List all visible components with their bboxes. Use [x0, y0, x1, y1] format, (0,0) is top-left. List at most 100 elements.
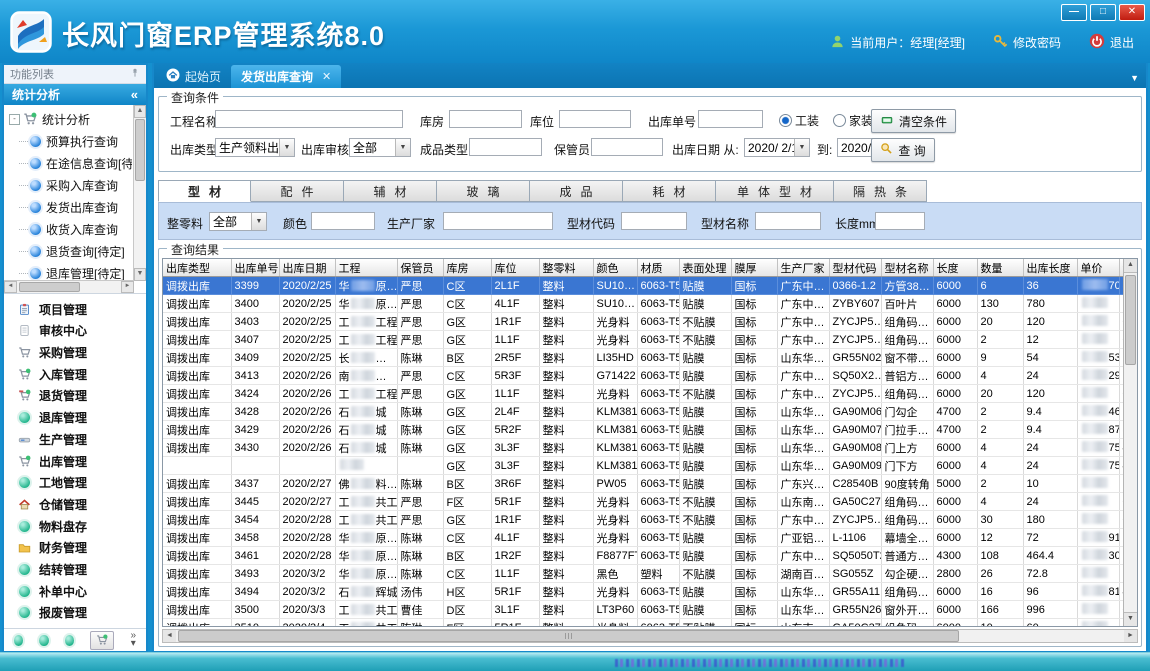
column-header[interactable]: 颜色: [593, 259, 637, 277]
table-row[interactable]: 调拨出库34032020/2/25工工程严思G区1R1F整料光身料6063-T5…: [163, 313, 1138, 331]
radio-industrial[interactable]: 工装: [779, 112, 819, 129]
scrollbar-thumb[interactable]: [135, 119, 145, 181]
table-row[interactable]: 调拨出库34452020/2/27工共工程严思F区5R1F整料光身料6063-T…: [163, 493, 1138, 511]
sidebar-module[interactable]: 财务管理: [4, 539, 146, 556]
column-header[interactable]: 出库类型: [163, 259, 231, 277]
material-tab[interactable]: 单体型材: [716, 180, 834, 202]
sidebar-module[interactable]: 生产管理: [4, 431, 146, 448]
keeper-input[interactable]: [591, 138, 663, 156]
scroll-up-icon[interactable]: ▲: [134, 105, 146, 118]
search-button[interactable]: 查 询: [871, 138, 935, 162]
column-header[interactable]: 材质: [637, 259, 679, 277]
sidebar-module[interactable]: 报废管理: [4, 604, 146, 621]
length-input[interactable]: [875, 212, 925, 230]
column-header[interactable]: 型材名称: [881, 259, 933, 277]
column-header[interactable]: 出库长度: [1023, 259, 1077, 277]
scroll-up-icon[interactable]: ▲: [1124, 259, 1137, 273]
sidebar-module[interactable]: 项目管理: [4, 301, 146, 318]
material-tab[interactable]: 型材: [158, 180, 251, 202]
sidebar-module[interactable]: 出库管理: [4, 453, 146, 470]
scroll-right-icon[interactable]: ►: [1124, 630, 1137, 642]
scroll-right-icon[interactable]: ►: [121, 281, 134, 293]
tree-item[interactable]: 预算执行查询: [9, 130, 132, 152]
scroll-left-icon[interactable]: ◄: [4, 281, 17, 293]
table-row[interactable]: 调拨出库34932020/3/2华原…陈琳C区1L1F整料黑色塑料不贴膜国标湖南…: [163, 565, 1138, 583]
overflow-chevron-icon[interactable]: »▾: [130, 632, 136, 648]
material-tab[interactable]: 耗材: [623, 180, 716, 202]
table-row[interactable]: G区3L3F整料KLM38176063-T5贴膜国标山东华…GA90M09…门下…: [163, 457, 1138, 475]
tree-horizontal-scrollbar[interactable]: ◄ ►: [4, 280, 134, 293]
location-input[interactable]: [559, 110, 631, 128]
table-row[interactable]: 调拨出库34612020/2/28华原…陈琳B区1R2F整料F8877FT606…: [163, 547, 1138, 565]
column-header[interactable]: 保管员: [397, 259, 443, 277]
table-row[interactable]: 调拨出库34582020/2/28华原…陈琳C区4L1F整料光身料6063-T5…: [163, 529, 1138, 547]
column-header[interactable]: 单价: [1077, 259, 1119, 277]
grid-vertical-scrollbar[interactable]: ▲ ▼: [1123, 259, 1137, 626]
sidebar-module[interactable]: 采购管理: [4, 344, 146, 361]
table-row[interactable]: 调拨出库34132020/2/26南…严思C区5R3F整料G714226063-…: [163, 367, 1138, 385]
profile-code-input[interactable]: [621, 212, 687, 230]
product-type-input[interactable]: [469, 138, 542, 156]
material-tab[interactable]: 成品: [530, 180, 623, 202]
tree-item[interactable]: 在途信息查询[待: [9, 152, 132, 174]
pin-icon[interactable]: [130, 67, 140, 81]
table-row[interactable]: 调拨出库34282020/2/26石城陈琳G区2L4F整料KLM38176063…: [163, 403, 1138, 421]
column-header[interactable]: 工程: [335, 259, 397, 277]
sidebar-module[interactable]: 退库管理: [4, 409, 146, 426]
table-row[interactable]: 调拨出库34302020/2/26石城陈琳G区3L3F整料KLM38176063…: [163, 439, 1138, 457]
sidebar-module[interactable]: 退货管理: [4, 387, 146, 404]
scrollbar-thumb[interactable]: [19, 282, 80, 292]
column-header[interactable]: 出库日期: [279, 259, 335, 277]
scroll-down-icon[interactable]: ▼: [134, 268, 146, 281]
collapse-icon[interactable]: «: [131, 87, 138, 102]
column-header[interactable]: 数量: [977, 259, 1023, 277]
sidebar-group-header[interactable]: 统计分析 «: [4, 84, 146, 105]
tree-root[interactable]: - 统计分析: [9, 108, 132, 130]
scroll-left-icon[interactable]: ◄: [163, 630, 176, 642]
table-row[interactable]: 调拨出库34542020/2/28工共工程严思G区1R1F整料光身料6063-T…: [163, 511, 1138, 529]
column-header[interactable]: 整零料: [539, 259, 593, 277]
out-type-select[interactable]: 生产领料出库▼: [215, 138, 295, 157]
sidebar-module[interactable]: 工地管理: [4, 474, 146, 491]
material-tab[interactable]: 隔热条: [834, 180, 927, 202]
warehouse-input[interactable]: [449, 110, 522, 128]
sidebar-module[interactable]: 结转管理: [4, 561, 146, 578]
sidebar-module[interactable]: 审核中心: [4, 322, 146, 339]
scrollbar-thumb[interactable]: [178, 630, 959, 642]
tab-start-page[interactable]: 起始页: [156, 65, 231, 88]
table-row[interactable]: 调拨出库34002020/2/25华原…严思C区4L1F整料SU10…6063-…: [163, 295, 1138, 313]
column-header[interactable]: 长度: [933, 259, 977, 277]
table-row[interactable]: 调拨出库34072020/2/25工工程严思G区1L1F整料光身料6063-T5…: [163, 331, 1138, 349]
table-row[interactable]: 调拨出库34292020/2/26石城陈琳G区5R2F整料KLM38176063…: [163, 421, 1138, 439]
tab-shipping-outbound-query[interactable]: 发货出库查询 ✕: [231, 65, 341, 88]
column-header[interactable]: 表面处理: [679, 259, 731, 277]
dot-icon[interactable]: [39, 635, 48, 646]
manufacturer-input[interactable]: [443, 212, 553, 230]
dot-icon[interactable]: [14, 635, 23, 646]
audit-select[interactable]: 全部▼: [349, 138, 411, 157]
column-header[interactable]: 膜厚: [731, 259, 777, 277]
more-modules-button[interactable]: [90, 631, 114, 650]
tree-item[interactable]: 收货入库查询: [9, 218, 132, 240]
table-row[interactable]: 调拨出库34242020/2/26工工程严思G区1L1F整料光身料6063-T5…: [163, 385, 1138, 403]
sidebar-module[interactable]: 入库管理: [4, 366, 146, 383]
tree-item[interactable]: 退货查询[待定]: [9, 240, 132, 262]
table-row[interactable]: 调拨出库34372020/2/27佛料…陈琳B区3R6F整料PW056063-T…: [163, 475, 1138, 493]
column-header[interactable]: 库房: [443, 259, 491, 277]
scroll-down-icon[interactable]: ▼: [1124, 612, 1137, 626]
clear-conditions-button[interactable]: 清空条件: [871, 109, 956, 133]
tab-list-chevron-icon[interactable]: ▼: [1130, 73, 1139, 83]
dot-icon[interactable]: [65, 635, 74, 646]
change-password-button[interactable]: 修改密码: [993, 34, 1061, 52]
column-header[interactable]: 生产厂家: [777, 259, 829, 277]
grid-horizontal-scrollbar[interactable]: ◄ ►: [162, 629, 1138, 643]
minimize-icon[interactable]: —: [1061, 4, 1087, 21]
table-row[interactable]: 调拨出库34092020/2/25长…陈琳B区2R5F整料LI35HD6063-…: [163, 349, 1138, 367]
maximize-icon[interactable]: □: [1090, 4, 1116, 21]
profile-name-input[interactable]: [755, 212, 821, 230]
tree-expander-icon[interactable]: -: [9, 114, 20, 125]
tab-close-icon[interactable]: ✕: [322, 70, 331, 83]
column-header[interactable]: 型材代码: [829, 259, 881, 277]
radio-home[interactable]: 家装: [833, 112, 873, 129]
sidebar-module[interactable]: 仓储管理: [4, 496, 146, 513]
